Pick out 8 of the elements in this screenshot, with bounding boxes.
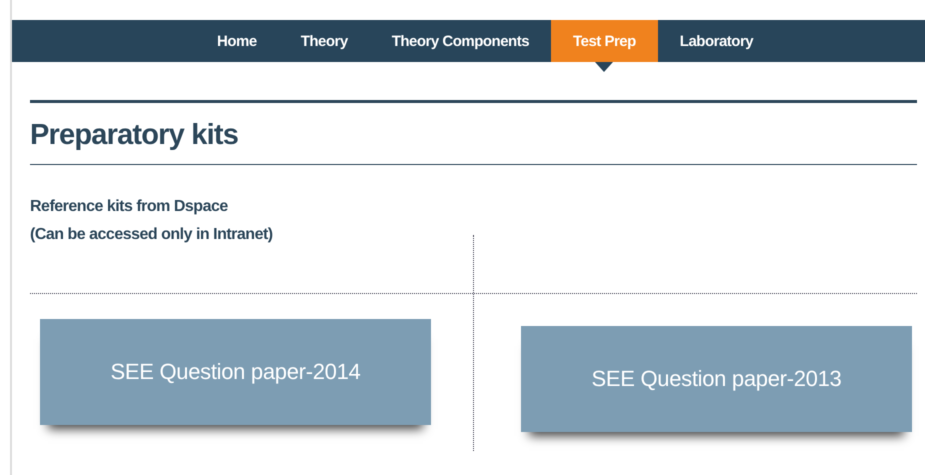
nav-tab[interactable]: Laboratory <box>658 20 776 62</box>
page-heading: Preparatory kits <box>30 118 240 153</box>
nav-tab[interactable]: Home <box>195 20 279 62</box>
subheading-line: (Can be accessed only in Intranet) <box>30 225 273 245</box>
pointer-icon <box>595 62 614 72</box>
nav-tab[interactable]: Theory <box>278 20 370 62</box>
nav-tab[interactable]: Theory Components <box>370 20 552 62</box>
subheading-line: Reference kits from Dspace <box>30 197 228 217</box>
